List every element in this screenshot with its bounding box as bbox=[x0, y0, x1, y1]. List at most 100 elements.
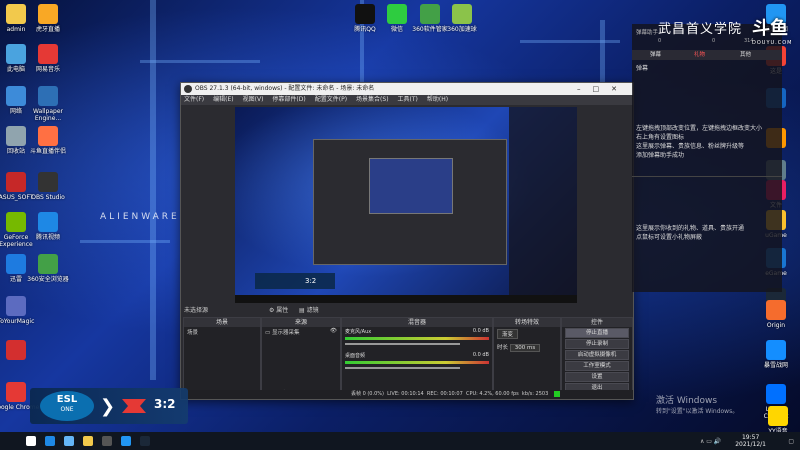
mic-volume-slider[interactable] bbox=[345, 343, 461, 345]
desktop-icon-label: OBS Studio bbox=[31, 194, 65, 201]
control-button[interactable]: 工作室模式 bbox=[565, 361, 629, 371]
desktop-icon-label: 暴雪战网 bbox=[763, 362, 788, 369]
app-icon bbox=[387, 4, 407, 24]
desktop-icon[interactable]: YY语音 bbox=[758, 406, 798, 435]
tray-icons[interactable]: ∧ ▭ 🔊 bbox=[700, 438, 721, 445]
desktop-icon-label: 360加速球 bbox=[447, 26, 477, 33]
mic-label: 麦克风/Aux bbox=[345, 329, 372, 335]
obs-menu-item[interactable]: 工具(T) bbox=[398, 96, 418, 103]
taskbar-app-icon[interactable] bbox=[102, 436, 112, 446]
taskbar-app-icon[interactable] bbox=[45, 436, 55, 446]
mixer-channel-mic[interactable]: 麦克风/Aux 0.0 dB bbox=[342, 327, 492, 351]
obs-window[interactable]: OBS 27.1.3 (64-bit, windows) - 配置文件: 未命名… bbox=[180, 82, 634, 400]
obs-titlebar[interactable]: OBS 27.1.3 (64-bit, windows) - 配置文件: 未命名… bbox=[181, 83, 633, 95]
tab-other[interactable]: 其他 bbox=[740, 50, 751, 60]
desktop-icon[interactable]: Wallpaper Engine... bbox=[22, 86, 74, 122]
desktop-icon-label: ToYourMagic bbox=[0, 318, 35, 325]
mixer-channel-desktop[interactable]: 桌面音频 0.0 dB bbox=[342, 351, 492, 375]
obs-preview[interactable]: 3:2 bbox=[235, 107, 577, 303]
obs-menu-item[interactable]: 配置文件(P) bbox=[315, 96, 347, 103]
esl-logo: ESL ONE bbox=[40, 391, 94, 421]
desktop-icon[interactable]: 360加速球 bbox=[440, 4, 484, 33]
desktop-icon[interactable]: OBS Studio bbox=[22, 172, 74, 201]
windows-start-icon[interactable] bbox=[26, 436, 36, 446]
transitions-title: 转场特效 bbox=[494, 318, 560, 327]
divider bbox=[632, 176, 782, 177]
obs-menu-item[interactable]: 帮助(H) bbox=[427, 96, 448, 103]
douyu-logo-sub: DOUYU.COM bbox=[752, 40, 793, 46]
stat-1: 0 bbox=[658, 38, 662, 44]
desktop-icon[interactable]: 虎牙直播 bbox=[22, 4, 74, 33]
minimize-icon[interactable]: – bbox=[577, 85, 593, 93]
channel-title: 武昌首义学院 bbox=[658, 22, 743, 37]
no-source-label: 未选择源 bbox=[184, 307, 209, 314]
danmu-room-label: 弹幕助手 bbox=[636, 30, 659, 36]
desktop-icon[interactable]: 暴雪战网 bbox=[756, 340, 796, 369]
app-icon bbox=[766, 300, 786, 320]
preview-nested-obs bbox=[313, 139, 507, 265]
taskbar-app-icon[interactable] bbox=[83, 436, 93, 446]
obs-statusbar: 丢帧 0 (0.0%) LIVE: 00:10:14 REC: 00:10:07… bbox=[181, 390, 633, 399]
alienware-brand: ALIENWARE bbox=[100, 212, 180, 222]
obs-menu-item[interactable]: 文件(F) bbox=[184, 96, 204, 103]
activation-subtitle: 转到"设置"以激活 Windows。 bbox=[656, 408, 739, 415]
desktop-icon[interactable]: 网易音乐 bbox=[22, 44, 74, 73]
desktop-icon-label: 网易音乐 bbox=[35, 66, 60, 73]
app-icon bbox=[38, 126, 58, 146]
mixer-panel: 混音器 麦克风/Aux 0.0 dB 桌面音频 0.0 dB bbox=[341, 317, 493, 399]
clock[interactable]: 19:57 2021/12/1 bbox=[735, 434, 766, 448]
control-button[interactable]: 设置 bbox=[565, 372, 629, 382]
league-name: ESL bbox=[56, 394, 78, 405]
filters-label: 滤镜 bbox=[306, 307, 319, 314]
obs-menu-item[interactable]: 停靠部件(D) bbox=[272, 96, 305, 103]
desktop-icon[interactable] bbox=[0, 340, 42, 362]
app-icon bbox=[420, 4, 440, 24]
control-button[interactable]: 停止录制 bbox=[565, 339, 629, 349]
source-item[interactable]: ▭ 显示器采集 👁 bbox=[262, 327, 340, 337]
duration-input[interactable]: 300 ms bbox=[509, 344, 541, 352]
desktop-icon[interactable]: 腾讯视频 bbox=[22, 212, 74, 241]
taskbar-app-icon[interactable] bbox=[64, 436, 74, 446]
obs-menu-item[interactable]: 编辑(E) bbox=[213, 96, 233, 103]
properties-button[interactable]: ⚙ 属性 bbox=[269, 307, 288, 315]
desktop-icon-label: 虎牙直播 bbox=[35, 26, 60, 33]
mic-meter bbox=[345, 337, 489, 340]
desktop-icon[interactable]: 360安全浏览器 bbox=[22, 254, 74, 283]
control-button[interactable]: 启动虚拟摄像机 bbox=[565, 350, 629, 360]
tab-gifts[interactable]: 礼物 bbox=[694, 50, 705, 60]
tab-danmu[interactable]: 弹幕 bbox=[650, 50, 661, 60]
chevron-icon: ❯ bbox=[100, 396, 116, 417]
taskbar-app-icon[interactable] bbox=[121, 436, 131, 446]
eye-icon[interactable]: 👁 bbox=[330, 328, 337, 334]
app-icon bbox=[768, 406, 788, 426]
obs-menu-item[interactable]: 场景集合(S) bbox=[356, 96, 389, 103]
faze-logo-icon bbox=[122, 399, 146, 413]
close-icon[interactable]: ✕ bbox=[611, 85, 629, 93]
obs-docks: 未选择源 ⚙ 属性 ▤ 滤镜 场景 场景 + − ∧ ∨ 来源 ▭ 显示器采集 … bbox=[181, 307, 633, 399]
mic-db: 0.0 dB bbox=[472, 328, 489, 334]
mixer-title: 混音器 bbox=[342, 318, 492, 327]
desktop-icon[interactable]: 斗鱼直播伴侣 bbox=[22, 126, 74, 155]
transition-type-select[interactable]: 渐变 bbox=[494, 327, 560, 341]
taskbar-app-icon[interactable] bbox=[140, 436, 150, 446]
obs-menu-item[interactable]: 视图(V) bbox=[243, 96, 264, 103]
window-controls[interactable]: –□✕ bbox=[577, 83, 629, 95]
filters-button[interactable]: ▤ 滤镜 bbox=[299, 307, 319, 315]
transition-duration[interactable]: 时长 300 ms bbox=[494, 341, 560, 354]
maximize-icon[interactable]: □ bbox=[593, 85, 612, 93]
clock-time: 19:57 bbox=[741, 434, 760, 441]
cpu-usage: CPU: 4.2%, 60.00 fps bbox=[465, 391, 519, 397]
live-timer: LIVE: 00:10:14 bbox=[387, 391, 424, 397]
scene-item[interactable]: 场景 bbox=[184, 327, 260, 337]
activation-title: 激活 Windows bbox=[656, 396, 718, 406]
control-button[interactable]: 停止直播 bbox=[565, 328, 629, 338]
desktop-icon[interactable]: ToYourMagic bbox=[0, 296, 42, 325]
app-icon bbox=[38, 172, 58, 192]
desktop-icon[interactable]: Origin bbox=[756, 300, 796, 329]
rec-timer: REC: 00:10:07 bbox=[426, 391, 463, 397]
desktop-volume-slider[interactable] bbox=[345, 367, 461, 369]
danmu-helper-panel[interactable]: 弹幕助手 武昌首义学院 0 0 314 弹幕 礼物 其他 弹幕 左键拖拽顶部改变… bbox=[632, 22, 782, 292]
notification-icon[interactable]: ▢ bbox=[788, 438, 794, 445]
stat-2: 0 bbox=[712, 38, 716, 44]
desktop-audio-label: 桌面音频 bbox=[345, 353, 366, 359]
